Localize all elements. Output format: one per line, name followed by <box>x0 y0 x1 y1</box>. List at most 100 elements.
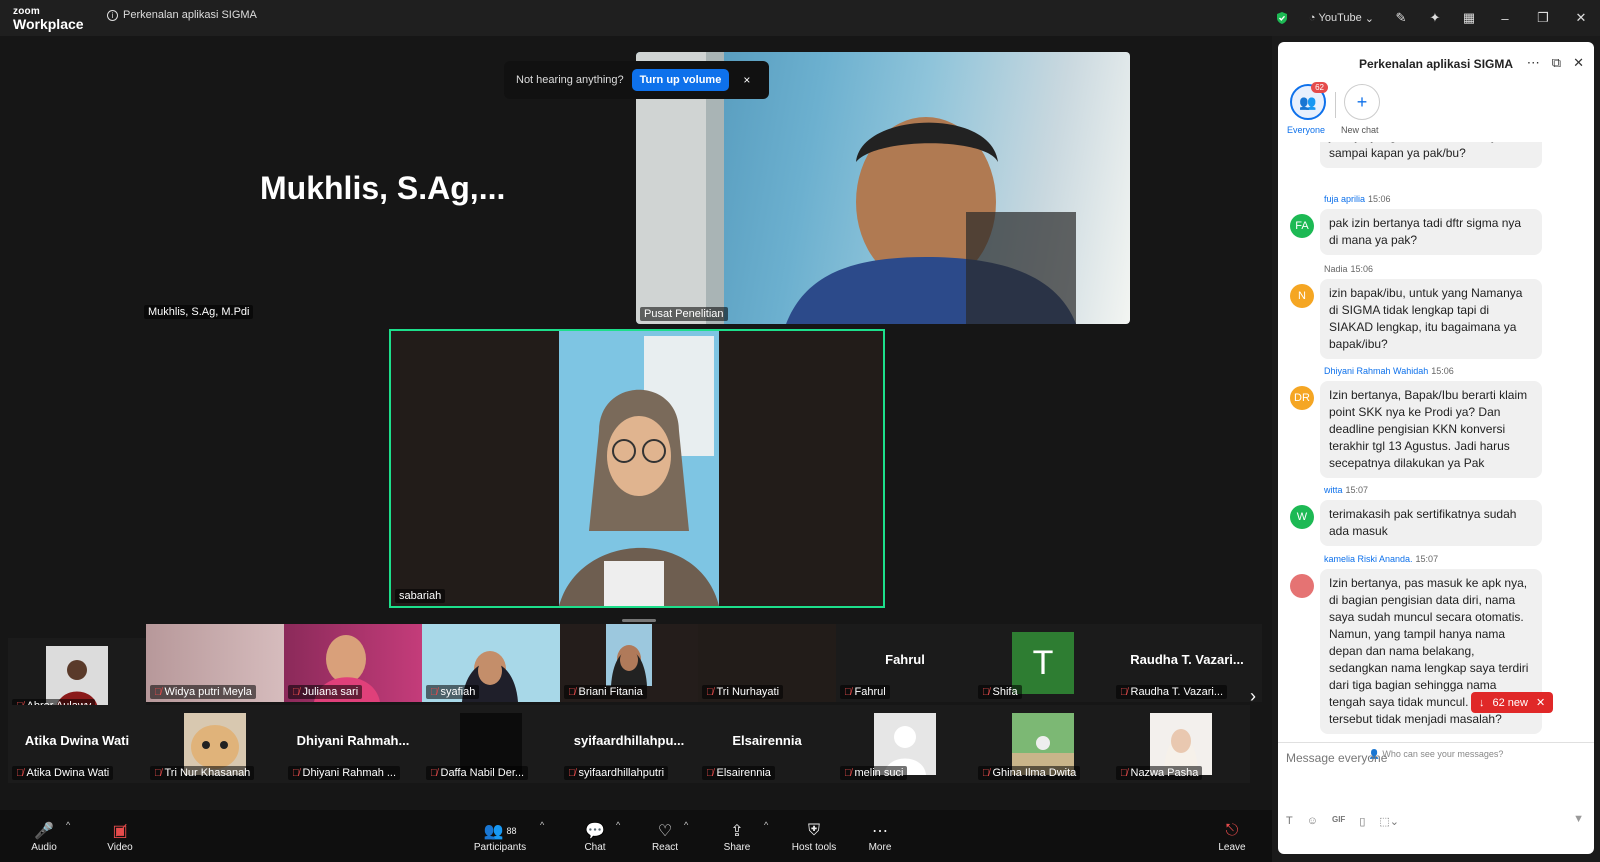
avatar: W <box>1290 505 1314 529</box>
video-off-icon: ▣̸ <box>112 822 128 840</box>
meeting-controls: 🎤 Audio ^ ▣̸ Video 👥 88 Participants ^ 💬 Chat… <box>0 810 1272 862</box>
avatar: DR <box>1290 386 1314 410</box>
plus-icon: + <box>1356 91 1368 112</box>
more-icon[interactable]: ⋯ <box>1527 55 1540 71</box>
close-icon[interactable]: ✕ <box>1573 55 1584 71</box>
mic-muted-icon: 🎙̸ <box>706 686 714 698</box>
chevron-up-icon[interactable]: ^ <box>66 820 70 830</box>
participant-tile[interactable]: 🎙̸ Widya putri Meyla <box>146 624 284 702</box>
meeting-info[interactable]: i Perkenalan aplikasi SIGMA <box>107 9 257 21</box>
new-messages-button[interactable]: ↓ 62 new ✕ <box>1471 692 1554 713</box>
participant-tile[interactable]: 🎙̸ Juliana sari <box>284 624 422 702</box>
share-button[interactable]: ⇪ Share <box>717 810 757 862</box>
share-screen-icon: ⇪ <box>730 822 744 840</box>
mic-muted-icon: 🎙̸ <box>706 767 714 779</box>
restore-icon[interactable]: ❐ <box>1524 0 1562 36</box>
everyone-chat-button[interactable]: 👥 62 <box>1290 82 1328 120</box>
turn-up-volume-button[interactable]: Turn up volume <box>631 69 730 91</box>
mic-muted-icon: 🎙̸ <box>1120 686 1128 698</box>
participant-tile[interactable]: 🎙̸ Briani Fitania <box>560 624 698 702</box>
video-stage: Mukhlis, S.Ag,... Mukhlis, S.Ag, M.Pdi P… <box>0 36 1272 810</box>
mic-muted-icon: 🎙̸ <box>844 686 852 698</box>
participant-tile[interactable]: Fahrul 🎙̸ Fahrul <box>836 624 974 702</box>
emoji-icon[interactable]: ☺ <box>1307 815 1318 828</box>
chat-message-list[interactable]: jadinya yang tahun kemarin saja atau sam… <box>1278 142 1594 767</box>
shield-icon[interactable] <box>1265 0 1299 36</box>
participant-tile[interactable]: 🎙̸ syafiah <box>422 624 560 702</box>
participant-tile[interactable]: T 🎙̸ Shifa <box>974 624 1112 702</box>
sparkle-icon[interactable]: ✦ <box>1418 0 1452 36</box>
format-text-icon[interactable]: T <box>1286 815 1293 828</box>
youtube-stream-button[interactable]: ◔ YouTube ⌄ <box>1309 12 1374 25</box>
participants-button[interactable]: 👥 88 Participants <box>470 810 530 862</box>
host-tools-button[interactable]: ⛨ Host tools <box>786 810 842 862</box>
participant-tile[interactable]: 🎙̸ Tri Nur Khasanah <box>146 705 284 783</box>
participant-tile[interactable]: 🎙̸ melin suci <box>836 705 974 783</box>
avatar: N <box>1290 284 1314 308</box>
chevron-up-icon[interactable]: ^ <box>616 820 620 830</box>
mic-muted-icon: 🎙̸ <box>154 767 162 779</box>
participant-name-placeholder: Raudha T. Vazari... <box>1130 652 1244 667</box>
mic-muted-icon: 🎙̸ <box>430 767 438 779</box>
mic-muted-icon: 🎙̸ <box>1120 767 1128 779</box>
shield-icon: ⛨ <box>807 821 820 839</box>
participant-tile[interactable]: 🎙̸ Ghina Ilma Dwita <box>974 705 1112 783</box>
participant-tile[interactable]: Dhiyani Rahmah... 🎙̸ Dhiyani Rahmah ... <box>284 705 422 783</box>
participant-name-placeholder: Dhiyani Rahmah... <box>296 733 410 748</box>
resize-handle[interactable] <box>622 619 656 622</box>
participant-tile[interactable]: 🎙̸ Daffa Nabil Der... <box>422 705 560 783</box>
mic-muted-icon: 🎙̸ <box>982 767 990 779</box>
screenshot-icon[interactable]: ⬚⌄ <box>1379 815 1399 828</box>
participant-video <box>559 331 719 606</box>
participant-tile[interactable]: 🎙̸ Tri Nurhayati <box>698 624 836 702</box>
chevron-up-icon[interactable]: ^ <box>684 820 688 830</box>
send-icon[interactable]: ▼ <box>1573 813 1584 825</box>
audio-button[interactable]: 🎤 Audio <box>24 810 64 862</box>
message-input[interactable]: Message everyone <box>1286 751 1387 765</box>
toast-text: Not hearing anything? <box>516 74 624 86</box>
file-icon[interactable]: ▯ <box>1359 815 1365 828</box>
mic-muted-icon: 🎙̸ <box>982 686 990 698</box>
gif-icon[interactable]: GIF <box>1332 815 1345 828</box>
participant-tile[interactable]: Atika Dwina Wati 🎙̸ Atika Dwina Wati <box>8 705 146 783</box>
participants-icon: 👥 <box>483 822 504 840</box>
mic-muted-icon: 🎙̸ <box>430 686 438 698</box>
video-button[interactable]: ▣̸ Video <box>100 810 140 862</box>
tile-label: Pusat Penelitian <box>640 307 728 321</box>
close-icon[interactable]: × <box>743 73 750 87</box>
chevron-up-icon[interactable]: ^ <box>540 820 544 830</box>
close-window-icon[interactable]: ✕ <box>1562 0 1600 36</box>
meeting-title: Perkenalan aplikasi SIGMA <box>123 9 257 21</box>
leave-icon: ⎋ <box>1225 821 1239 839</box>
chat-button[interactable]: 💬 Chat <box>575 810 615 862</box>
chat-panel: Perkenalan aplikasi SIGMA ⋯ ⧉ ✕ 👥 62 Eve… <box>1278 42 1594 854</box>
leave-button[interactable]: ⎋ Leave <box>1212 810 1252 862</box>
message-bubble: pak izin bertanya tadi dftr sigma nya di… <box>1320 209 1542 255</box>
mic-muted-icon: 🎙̸ <box>568 767 576 779</box>
minimize-icon[interactable]: – <box>1486 0 1524 36</box>
participant-tile[interactable]: Elsairennia 🎙̸ Elsairennia <box>698 705 836 783</box>
message-bubble: terimakasih pak sertifikatnya sudah ada … <box>1320 500 1542 546</box>
broadcast-icon: ◔ <box>1308 12 1316 24</box>
apps-grid-icon[interactable]: ▦ <box>1452 0 1486 36</box>
close-icon[interactable]: ✕ <box>1536 696 1545 709</box>
speaker-name-placeholder: Mukhlis, S.Ag,... <box>260 170 506 206</box>
video-tile-sabariah[interactable]: sabariah <box>389 329 885 608</box>
arrow-down-icon: ↓ <box>1479 696 1485 709</box>
participant-tile[interactable]: syifaardhillahpu... 🎙̸ syifaardhillahputr… <box>560 705 698 783</box>
chevron-right-icon[interactable]: › <box>1250 686 1256 707</box>
participant-tile[interactable]: Raudha T. Vazari... 🎙̸ Raudha T. Vazari..… <box>1112 624 1262 702</box>
mic-muted-icon: 🎙̸ <box>568 686 576 698</box>
mic-muted-icon: 🎙̸ <box>292 767 300 779</box>
react-button[interactable]: ♡ React <box>645 810 685 862</box>
chevron-up-icon[interactable]: ^ <box>764 820 768 830</box>
avatar <box>1290 574 1314 598</box>
more-icon: ⋯ <box>872 822 888 840</box>
new-chat-button[interactable]: + <box>1344 84 1380 120</box>
participant-tile[interactable]: 🎙̸ Nazwa Pasha <box>1112 705 1250 783</box>
pop-out-icon[interactable]: ⧉ <box>1552 55 1561 71</box>
group-icon: 👥 <box>1299 93 1317 110</box>
more-button[interactable]: ⋯ More <box>860 810 900 862</box>
message-bubble: Izin bertanya, Bapak/Ibu berarti klaim p… <box>1320 381 1542 478</box>
pen-icon[interactable]: ✎ <box>1384 0 1418 36</box>
